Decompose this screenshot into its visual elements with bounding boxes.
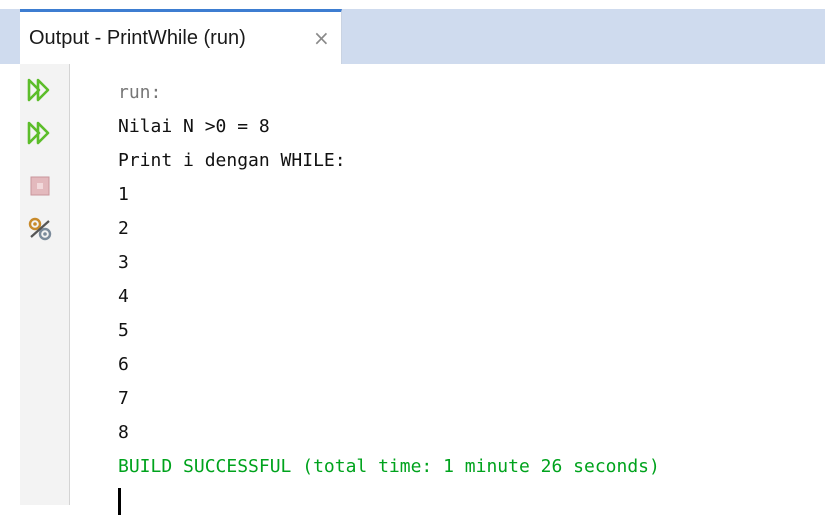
run-prompt-line: run:: [118, 82, 162, 103]
tab-strip: Output - PrintWhile (run) ×: [0, 0, 825, 64]
output-toolbar: [20, 64, 70, 505]
stop-button[interactable]: [26, 172, 54, 200]
rerun-icon: [27, 78, 50, 102]
output-line: 8: [118, 422, 129, 443]
text-caret: [118, 488, 121, 515]
output-line: 3: [118, 252, 129, 273]
stop-icon: [30, 176, 50, 196]
output-line: Print i dengan WHILE:: [118, 150, 346, 171]
output-line: 6: [118, 354, 129, 375]
output-line: 1: [118, 184, 129, 205]
build-status-line: BUILD SUCCESSFUL (total time: 1 minute 2…: [118, 456, 660, 477]
output-panel: run: Nilai N >0 = 8 Print i dengan WHILE: 1…: [20, 64, 825, 515]
output-line: 4: [118, 286, 129, 307]
close-icon[interactable]: ×: [313, 26, 330, 50]
rerun-options-button[interactable]: [26, 119, 54, 147]
output-line: 5: [118, 320, 129, 341]
tab-output-printwhile[interactable]: Output - PrintWhile (run) ×: [20, 9, 342, 64]
settings-button[interactable]: [26, 215, 54, 243]
rerun-options-icon: [27, 121, 50, 145]
output-line: Nilai N >0 = 8: [118, 116, 270, 137]
console-output[interactable]: run: Nilai N >0 = 8 Print i dengan WHILE: 1…: [118, 76, 825, 515]
output-line: 7: [118, 388, 129, 409]
tab-label: Output - PrintWhile (run): [29, 27, 246, 49]
output-line: 2: [118, 218, 129, 239]
settings-icon: [28, 217, 52, 241]
rerun-button[interactable]: [26, 76, 54, 104]
